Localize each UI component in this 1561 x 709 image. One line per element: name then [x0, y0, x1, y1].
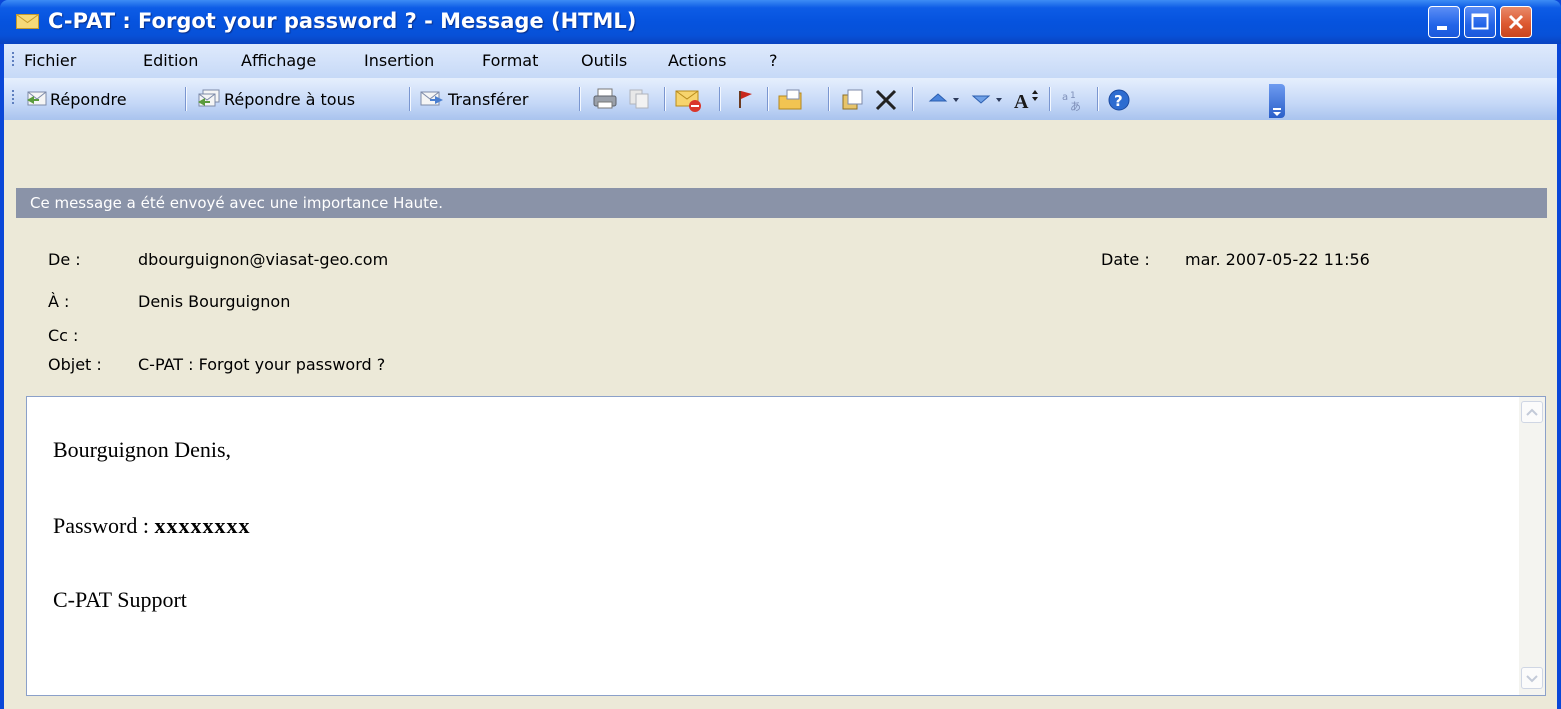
- next-item-icon[interactable]: [970, 88, 1008, 110]
- mark-unread-icon[interactable]: [674, 88, 704, 114]
- toolbar-separator: [579, 87, 580, 111]
- menu-affichage[interactable]: Affichage: [241, 51, 316, 70]
- menu-actions[interactable]: Actions: [668, 51, 726, 70]
- chevron-up-icon: [1526, 408, 1538, 416]
- message-body[interactable]: Bourguignon Denis, Password : xxxxxxxx C…: [26, 396, 1546, 696]
- signature-text: C-PAT Support: [53, 587, 187, 612]
- encoding-icon[interactable]: a 1 あ: [1060, 88, 1088, 112]
- toolbar-separator: [1097, 87, 1098, 111]
- from-value[interactable]: dbourguignon@viasat-geo.com: [138, 250, 388, 269]
- menu-grip-icon[interactable]: [12, 52, 15, 68]
- toolbar-separator: [664, 87, 665, 111]
- menu-format[interactable]: Format: [482, 51, 538, 70]
- from-label: De :: [48, 250, 81, 269]
- maximize-button[interactable]: [1464, 6, 1496, 38]
- password-label: Password :: [53, 513, 155, 538]
- subject-value: C-PAT : Forgot your password ?: [138, 355, 386, 374]
- flag-icon[interactable]: [734, 88, 756, 110]
- importance-banner: Ce message a été envoyé avec une importa…: [16, 188, 1547, 218]
- password-value: xxxxxxxx: [154, 513, 251, 538]
- move-to-folder-icon[interactable]: [777, 88, 807, 112]
- help-icon[interactable]: ?: [1107, 88, 1133, 112]
- to-value[interactable]: Denis Bourguignon: [138, 292, 290, 311]
- menu-insertion[interactable]: Insertion: [364, 51, 434, 70]
- window-client: Fichier Edition Affichage Insertion Form…: [4, 44, 1557, 709]
- maximize-icon: [1471, 13, 1489, 30]
- previous-item-icon[interactable]: [927, 88, 965, 110]
- chevron-down-icon: [1273, 108, 1281, 116]
- scroll-down-button[interactable]: [1521, 667, 1543, 689]
- toolbar-separator: [185, 87, 186, 111]
- date-value: mar. 2007-05-22 11:56: [1185, 250, 1370, 269]
- cc-label: Cc :: [48, 326, 79, 345]
- date-label: Date :: [1101, 250, 1150, 269]
- reply-all-icon: [198, 89, 220, 107]
- minimize-button[interactable]: [1428, 6, 1460, 38]
- toolbar-separator: [828, 87, 829, 111]
- window-title: C-PAT : Forgot your password ? - Message…: [48, 9, 637, 33]
- menu-help[interactable]: ?: [769, 51, 778, 70]
- title-bar[interactable]: C-PAT : Forgot your password ? - Message…: [0, 0, 1561, 44]
- greeting-text: Bourguignon Denis,: [53, 437, 232, 462]
- toolbar-separator: [767, 87, 768, 111]
- forward-label: Transférer: [448, 90, 529, 109]
- svg-text:あ: あ: [1070, 100, 1081, 112]
- copy-icon[interactable]: [628, 88, 652, 110]
- menu-outils[interactable]: Outils: [581, 51, 627, 70]
- toolbar-grip-icon[interactable]: [12, 90, 15, 106]
- print-icon[interactable]: [592, 88, 618, 110]
- reply-icon: [27, 91, 47, 106]
- font-size-icon[interactable]: A: [1012, 88, 1040, 112]
- vertical-scrollbar[interactable]: [1519, 397, 1545, 695]
- close-button[interactable]: [1500, 6, 1532, 38]
- envelope-icon: [16, 14, 39, 29]
- importance-text: Ce message a été envoyé avec une importa…: [30, 194, 444, 212]
- subject-label: Objet :: [48, 355, 102, 374]
- delete-icon[interactable]: [874, 88, 898, 112]
- toolbar-separator: [1049, 87, 1050, 111]
- reply-all-label: Répondre à tous: [224, 90, 356, 109]
- forward-icon: [420, 91, 443, 106]
- close-icon: [1508, 14, 1524, 30]
- standard-toolbar: Répondre Répondre à tous Transférer A a …: [4, 78, 1557, 120]
- toolbar-options-button[interactable]: [1269, 84, 1285, 118]
- menu-edition[interactable]: Edition: [143, 51, 198, 70]
- password-line: Password : xxxxxxxx: [53, 513, 250, 539]
- message-window: C-PAT : Forgot your password ? - Message…: [0, 0, 1561, 709]
- svg-text:?: ?: [1114, 92, 1123, 110]
- reply-label: Répondre: [50, 90, 127, 109]
- scroll-up-button[interactable]: [1521, 401, 1543, 423]
- svg-text:A: A: [1014, 91, 1029, 112]
- move-icon[interactable]: [840, 88, 866, 112]
- minimize-icon: [1437, 26, 1447, 30]
- to-label: À :: [48, 292, 70, 311]
- chevron-down-icon: [1526, 675, 1538, 683]
- toolbar-separator: [719, 87, 720, 111]
- menu-bar: Fichier Edition Affichage Insertion Form…: [4, 44, 1557, 78]
- toolbar-separator: [409, 87, 410, 111]
- svg-text:a: a: [1062, 92, 1068, 103]
- toolbar-separator: [912, 87, 913, 111]
- menu-fichier[interactable]: Fichier: [24, 51, 76, 70]
